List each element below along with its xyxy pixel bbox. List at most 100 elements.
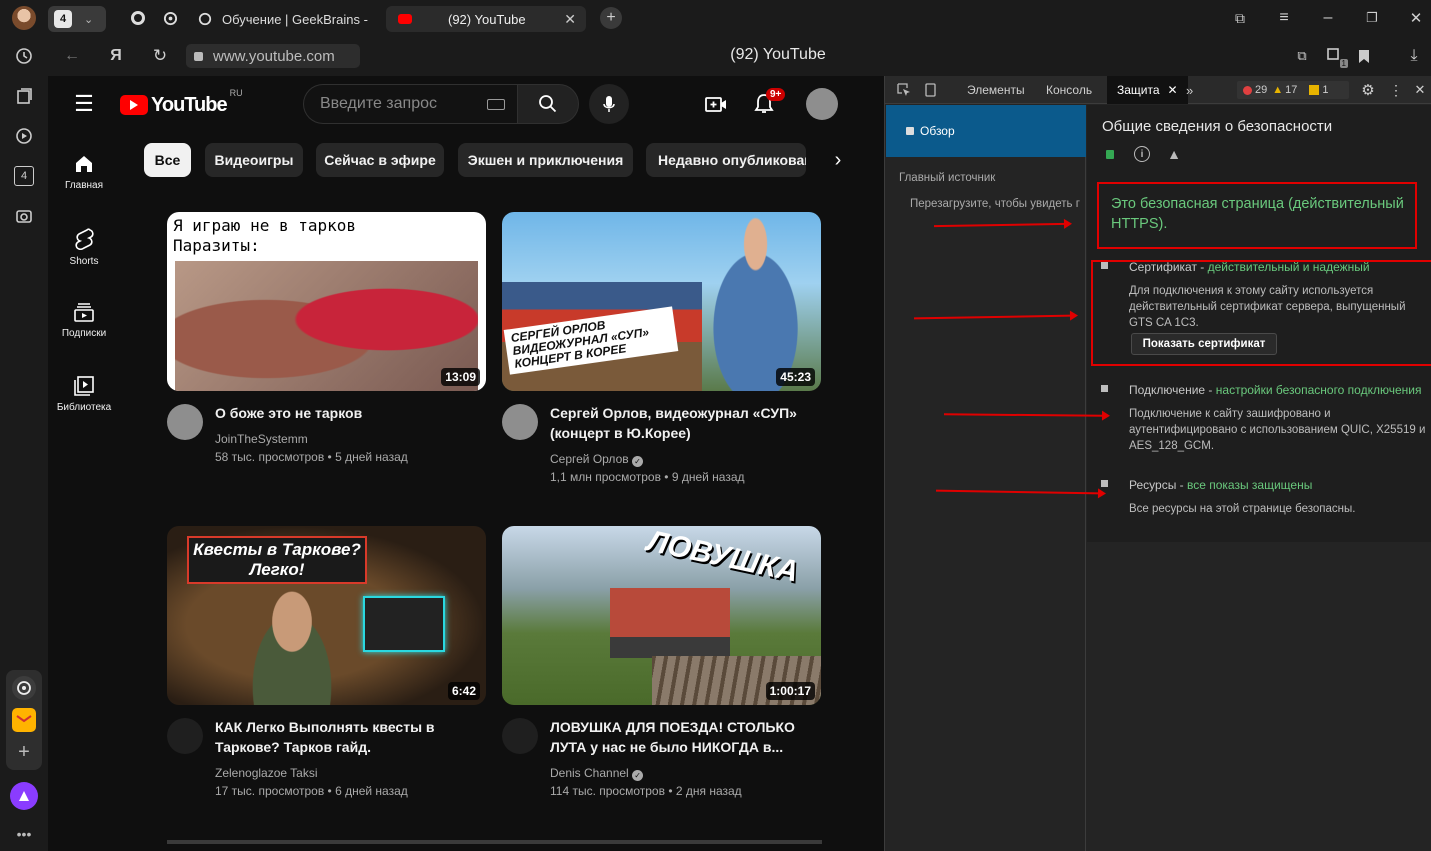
youtube-logo[interactable]: YouTube RU <box>120 88 243 116</box>
create-icon[interactable] <box>704 92 728 116</box>
close-window-icon[interactable]: ✕ <box>1406 8 1426 28</box>
extension-badge: 1 <box>1339 59 1348 68</box>
history-icon[interactable] <box>14 46 34 66</box>
nav-shorts[interactable]: Shorts <box>48 228 120 267</box>
channel-avatar[interactable] <box>167 718 203 754</box>
more-tabs-icon[interactable]: » <box>1186 76 1193 104</box>
tab-youtube[interactable]: (92) YouTube ✕ <box>386 6 586 32</box>
video-title[interactable]: ЛОВУШКА ДЛЯ ПОЕЗДА! СТОЛЬКО ЛУТА у нас н… <box>550 717 820 757</box>
collections-icon[interactable] <box>14 86 34 106</box>
minimize-icon[interactable]: – <box>1318 8 1338 28</box>
reload-hint: Перезагрузите, чтобы увидеть г <box>910 198 1080 210</box>
nav-home[interactable]: Главная <box>48 154 120 191</box>
shorts-icon <box>75 228 94 250</box>
channel-name[interactable]: JoinTheSystemm <box>215 432 308 446</box>
close-tab-icon[interactable]: ✕ <box>564 11 576 28</box>
logo-text: YouTube <box>151 93 228 116</box>
chip-all[interactable]: Все <box>144 143 191 177</box>
video-title[interactable]: КАК Легко Выполнять квесты в Таркове? Та… <box>215 717 485 757</box>
close-tab-icon[interactable]: ✕ <box>1168 83 1178 97</box>
kebab-menu-icon[interactable]: ⋮ <box>1387 81 1405 99</box>
keyboard-icon[interactable] <box>487 98 505 110</box>
channel-name[interactable]: Zelenoglazoe Taksi <box>215 766 318 780</box>
new-tab-button[interactable]: + <box>600 7 622 29</box>
video-duration: 1:00:17 <box>765 682 815 700</box>
openai-icon[interactable] <box>160 8 180 28</box>
channel-name[interactable]: Denis Channel ✓ <box>550 766 644 781</box>
video-thumbnail[interactable]: Я играю не в тарков Паразиты: 13:09 <box>167 212 486 391</box>
lock-icon <box>906 127 914 135</box>
github-icon[interactable] <box>128 8 148 28</box>
resources-title: Ресурсы - все показы защищены <box>1129 478 1313 492</box>
restore-icon[interactable]: ❐ <box>1362 8 1382 28</box>
add-app-icon[interactable]: + <box>12 740 36 764</box>
account-avatar[interactable] <box>806 88 838 120</box>
video-thumbnail[interactable]: СЕРГЕЙ ОРЛОВ ВИДЕОЖУРНАЛ «СУП» КОНЦЕРТ В… <box>502 212 821 391</box>
video-thumbnail[interactable]: Квесты в Таркове? Легко! 6:42 <box>167 526 486 705</box>
mic-button[interactable] <box>589 84 629 124</box>
menu-icon[interactable]: ≡ <box>1274 8 1294 28</box>
download-icon[interactable]: ⤓ <box>1404 46 1424 66</box>
back-icon[interactable]: ← <box>62 46 82 66</box>
video-title[interactable]: Сергей Орлов, видеожурнал «СУП» (концерт… <box>550 403 820 443</box>
screenshot-icon[interactable] <box>14 206 34 226</box>
chip-live[interactable]: Сейчас в эфире <box>316 143 444 177</box>
bookmark-icon[interactable] <box>1354 46 1374 66</box>
tab-counter-button[interactable]: 4 ⌄ <box>48 6 106 32</box>
thumbnail-caption: ЛОВУШКА <box>644 526 802 589</box>
thumbnail-caption: Квесты в Таркове? Легко! <box>187 536 367 584</box>
more-icon[interactable]: ••• <box>12 826 36 842</box>
security-heading: Общие сведения о безопасности <box>1102 118 1333 135</box>
show-certificate-button[interactable]: Показать сертификат <box>1131 333 1277 355</box>
chip-action[interactable]: Экшен и приключения <box>458 143 633 177</box>
video-meta: 114 тыс. просмотров • 2 дня назад <box>550 784 742 798</box>
hamburger-menu-icon[interactable]: ☰ <box>72 91 96 116</box>
device-toggle-icon[interactable] <box>921 81 939 99</box>
close-devtools-icon[interactable]: ✕ <box>1411 81 1429 99</box>
notifications-badge: 9+ <box>766 88 786 101</box>
share-icon[interactable]: ⧉ <box>1292 46 1312 66</box>
tab-elements[interactable]: Элементы <box>967 76 1025 104</box>
search-input[interactable]: Введите запрос <box>320 95 437 113</box>
chip-videogames[interactable]: Видеоигры <box>205 143 303 177</box>
tab-title: (92) YouTube <box>448 11 526 27</box>
overview-item[interactable]: Обзор <box>886 105 1086 157</box>
bookmarks-icon[interactable]: ⧉ <box>1230 8 1250 28</box>
bullet-icon <box>1101 385 1108 392</box>
nav-label: Shorts <box>69 256 99 267</box>
tab-geekbrains[interactable]: Обучение | GeekBrains - о <box>190 6 378 32</box>
settings-gear-icon[interactable]: ⚙ <box>1359 81 1377 99</box>
channel-avatar[interactable] <box>502 718 538 754</box>
overview-label: Обзор <box>920 124 955 138</box>
notifications-icon[interactable]: 9+ <box>752 88 786 116</box>
tab-security[interactable]: Защита ✕ <box>1107 76 1188 104</box>
chip-recent[interactable]: Недавно опубликованные <box>646 143 806 177</box>
verified-icon: ✓ <box>632 770 644 781</box>
chips-next-icon[interactable]: › <box>826 148 850 172</box>
inspect-icon[interactable] <box>895 81 913 99</box>
issues-icon <box>1309 85 1320 95</box>
video-duration: 6:42 <box>447 682 480 700</box>
search-button[interactable] <box>517 84 579 124</box>
video-thumbnail[interactable]: ЛОВУШКА 1:00:17 <box>502 526 821 705</box>
tabs-counter-icon[interactable]: 4 <box>14 166 34 186</box>
yandex-icon[interactable]: Я <box>106 46 126 66</box>
channel-avatar[interactable] <box>502 404 538 440</box>
search-box[interactable]: Введите запрос <box>303 84 517 124</box>
nav-library[interactable]: Библиотека <box>48 376 120 413</box>
tab-console[interactable]: Консоль <box>1046 76 1092 104</box>
extension-icon[interactable]: 1 <box>1324 44 1348 68</box>
tab-count-badge: 4 <box>54 10 72 28</box>
channel-avatar[interactable] <box>167 404 203 440</box>
url-chip[interactable]: www.youtube.com <box>186 44 360 68</box>
chatgpt-icon[interactable] <box>12 676 36 700</box>
video-title[interactable]: О боже это не тарков <box>215 403 485 423</box>
mail-icon[interactable] <box>12 708 36 732</box>
reload-icon[interactable]: ↻ <box>150 46 170 66</box>
issue-counters[interactable]: 29 ▲ 17 1 <box>1237 81 1349 99</box>
play-icon[interactable] <box>14 126 34 146</box>
profile-avatar[interactable] <box>12 6 36 30</box>
alice-icon[interactable] <box>10 782 38 810</box>
nav-subscriptions[interactable]: Подписки <box>48 302 120 339</box>
channel-name[interactable]: Сергей Орлов ✓ <box>550 452 643 467</box>
